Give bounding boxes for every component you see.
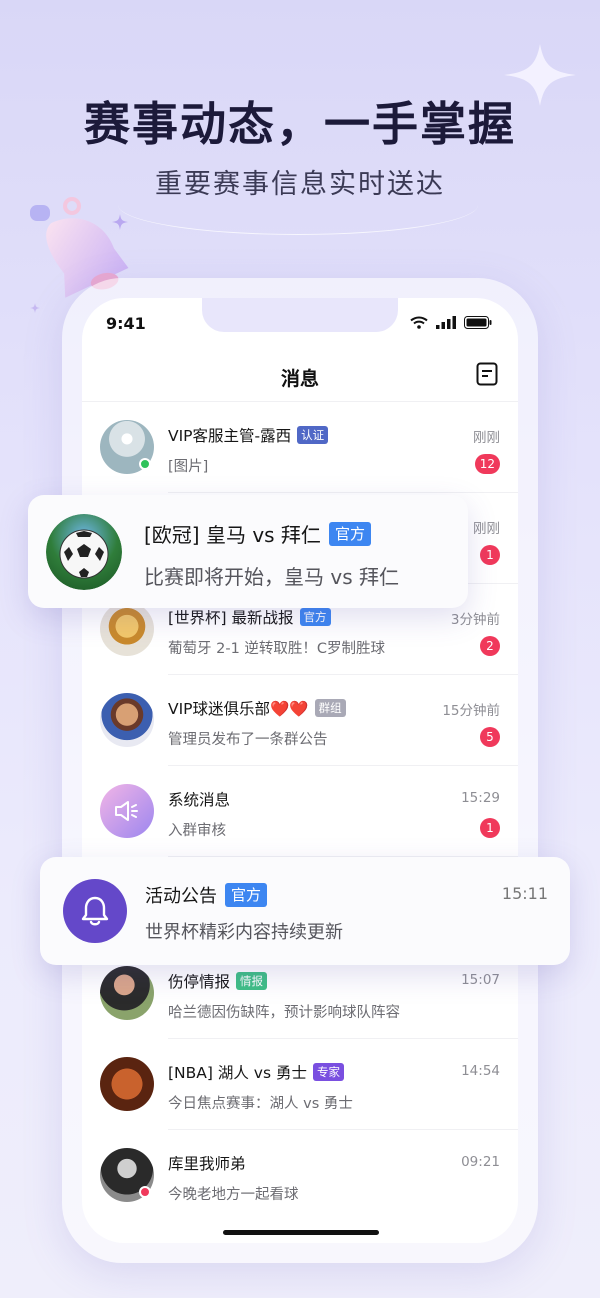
row-time: 15:29 bbox=[461, 790, 500, 806]
row-time: 刚刚 bbox=[473, 430, 500, 446]
unread-badge: 1 bbox=[480, 545, 500, 565]
list-item[interactable]: VIP客服主管-露西 认证 [图片] 刚刚 12 bbox=[82, 402, 518, 493]
swoosh-decoration bbox=[118, 175, 478, 235]
avatar bbox=[100, 1057, 154, 1111]
official-tag: 官方 bbox=[328, 521, 371, 546]
row-tag: 群组 bbox=[314, 699, 346, 717]
card-message: 世界杯精彩内容持续更新 bbox=[145, 922, 343, 943]
wifi-icon bbox=[410, 316, 428, 329]
row-time: 15分钟前 bbox=[442, 703, 500, 719]
row-time: 刚刚 bbox=[473, 521, 500, 537]
page-title: 消息 bbox=[280, 368, 319, 390]
row-tag: 认证 bbox=[297, 426, 329, 444]
row-message: 今晚老地方一起看球 bbox=[168, 1187, 299, 1203]
row-name: [NBA] 湖人 vs 勇士 bbox=[168, 1064, 307, 1082]
avatar bbox=[100, 966, 154, 1020]
avatar bbox=[100, 602, 154, 656]
row-time: 3分钟前 bbox=[450, 612, 500, 628]
row-message: [图片] bbox=[168, 459, 209, 475]
phone-screen: 9:41 消息 VIP客服主管-露西 认证 [图片] 刚刚 12 刚刚 1 [世… bbox=[82, 298, 518, 1243]
phone-notch bbox=[202, 298, 398, 332]
avatar bbox=[100, 784, 154, 838]
row-tag: 官方 bbox=[299, 608, 331, 626]
soccer-ball-icon bbox=[46, 514, 122, 590]
status-time: 9:41 bbox=[106, 314, 146, 333]
row-message: 管理员发布了一条群公告 bbox=[168, 732, 328, 748]
card-title: [欧冠] 皇马 vs 拜仁 bbox=[144, 523, 321, 547]
row-tag: 情报 bbox=[236, 972, 268, 990]
card-title: 活动公告 bbox=[145, 886, 217, 907]
speaker-icon bbox=[115, 801, 138, 821]
list-item[interactable]: [NBA] 湖人 vs 勇士 专家 今日焦点赛事：湖人 vs 勇士 14:54 bbox=[82, 1039, 518, 1130]
row-message: 哈兰德因伤缺阵，预计影响球队阵容 bbox=[168, 1005, 400, 1021]
battery-icon bbox=[464, 316, 492, 329]
row-tag: 专家 bbox=[312, 1063, 344, 1081]
row-time: 15:07 bbox=[461, 972, 500, 988]
card-time: 15:11 bbox=[501, 884, 548, 903]
list-item[interactable]: 系统消息 入群审核 15:29 1 bbox=[82, 766, 518, 857]
row-name: VIP客服主管-露西 bbox=[168, 427, 292, 445]
official-tag: 官方 bbox=[225, 883, 268, 907]
status-icons bbox=[410, 316, 492, 329]
row-message: 今日焦点赛事：湖人 vs 勇士 bbox=[168, 1096, 353, 1112]
list-item[interactable]: 库里我师弟 今晚老地方一起看球 09:21 bbox=[82, 1130, 518, 1221]
unread-badge: 1 bbox=[480, 818, 500, 838]
notes-icon[interactable] bbox=[476, 362, 498, 386]
online-indicator bbox=[139, 1186, 151, 1198]
unread-badge: 2 bbox=[480, 636, 500, 656]
unread-badge: 12 bbox=[474, 454, 500, 474]
row-time: 14:54 bbox=[461, 1063, 500, 1079]
match-notification-card[interactable]: [欧冠] 皇马 vs 拜仁 官方 比赛即将开始，皇马 vs 拜仁 bbox=[28, 495, 468, 608]
unread-badge: 5 bbox=[480, 727, 500, 747]
activity-notification-card[interactable]: 活动公告 官方 世界杯精彩内容持续更新 15:11 bbox=[40, 857, 570, 965]
star-decoration bbox=[504, 44, 576, 106]
row-name: [世界杯] 最新战报 bbox=[168, 609, 294, 627]
avatar bbox=[100, 693, 154, 747]
row-time: 09:21 bbox=[461, 1154, 500, 1170]
bell-icon bbox=[63, 879, 127, 943]
row-name: 库里我师弟 bbox=[168, 1155, 246, 1173]
card-message: 比赛即将开始，皇马 vs 拜仁 bbox=[144, 565, 399, 589]
row-name: 伤停情报 bbox=[168, 973, 231, 991]
home-indicator bbox=[223, 1230, 379, 1235]
row-message: 葡萄牙 2-1 逆转取胜！C罗制胜球 bbox=[168, 641, 386, 657]
row-name: 系统消息 bbox=[168, 791, 231, 809]
row-name: VIP球迷俱乐部❤️❤️ bbox=[168, 700, 309, 718]
signal-icon bbox=[436, 316, 456, 329]
row-message: 入群审核 bbox=[168, 823, 226, 839]
online-indicator bbox=[139, 458, 151, 470]
list-item[interactable]: VIP球迷俱乐部❤️❤️ 群组 管理员发布了一条群公告 15分钟前 5 bbox=[82, 675, 518, 766]
